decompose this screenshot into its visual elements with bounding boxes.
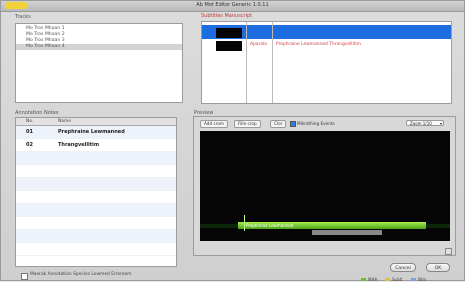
subtitle-clip[interactable]: Prephraine Lewmanned (238, 222, 426, 229)
subtitle-clip-label: Prephraine Lewmanned (246, 223, 294, 228)
annotations-label: Annotation Notes (15, 110, 59, 116)
track-item-selected[interactable]: Mo Tros Mhaan 4 (16, 44, 182, 50)
annotations-table[interactable]: No. Name 01 Prephraine Lewmanned 02 Thra… (15, 117, 177, 267)
table-row-empty (16, 243, 176, 256)
track-item-label: Mo Tros Mhaan 4 (26, 44, 65, 49)
events-checkbox-label: Mikrothing Events (297, 121, 335, 126)
subtitles-list[interactable]: Aparalo Prephraine Lewmanned Thrangvelli… (201, 21, 452, 104)
track-item-label: Mo Tros Mhaan 3 (26, 38, 65, 43)
fill-crop-button[interactable]: Fille crop (234, 120, 261, 128)
add-crop-button[interactable]: Add crom (200, 120, 229, 128)
preview-toolbar: Add crom Fille crop Clor Mikrothing Even… (194, 117, 455, 130)
table-row-empty (16, 152, 176, 165)
row-number: 02 (26, 142, 33, 148)
legend-label: MHA (368, 277, 378, 282)
app-window: Ab Mot Editor Generic 1.0.11 Tracks Mo T… (0, 0, 465, 282)
annotation-species-label: Maerak Annotation Species Lewmed Erroreo… (30, 272, 132, 277)
scroll-handle[interactable] (445, 248, 452, 255)
zoom-select[interactable]: Zoom 1/10 ▾ (406, 120, 444, 126)
cancel-button[interactable]: Cancel (390, 263, 416, 272)
subtitle-text: Prephraine Lewmanned Thrangvellitim (276, 42, 361, 47)
window-title: Ab Mot Editor Generic 1.0.11 (196, 2, 269, 8)
table-row-empty (16, 165, 176, 178)
column-header[interactable]: No. (26, 119, 33, 124)
annotation-species-checkbox[interactable] (21, 273, 28, 280)
legend-label: Subtl (392, 277, 403, 282)
zoom-select-value: Zoom 1/10 (410, 121, 432, 126)
table-row-empty (16, 178, 176, 191)
table-row[interactable]: 01 Prephraine Lewmanned (16, 126, 176, 139)
track-item-label: Mo Tros Mhaan 1 (26, 26, 65, 31)
column-header[interactable]: Name (58, 119, 71, 124)
events-checkbox[interactable] (290, 121, 296, 127)
subtitle-row-selected[interactable] (202, 25, 451, 39)
subtitles-label: Subtitles Manuscript (201, 13, 253, 19)
column-divider (246, 22, 247, 103)
row-number: 01 (26, 129, 33, 135)
video-preview[interactable]: Prephraine Lewmanned (200, 131, 450, 241)
chevron-down-icon: ▾ (439, 121, 442, 126)
track-item-label: Mo Tros Mhaan 2 (26, 32, 65, 37)
clear-button[interactable]: Clor (270, 120, 287, 128)
subtitle-thumbnail (216, 41, 242, 51)
column-divider (272, 22, 273, 103)
playhead-marker[interactable] (244, 215, 245, 231)
table-row[interactable]: 02 Thrangvellitim (16, 139, 176, 152)
table-row-empty (16, 204, 176, 217)
table-row-empty (16, 230, 176, 243)
row-name: Prephraine Lewmanned (58, 129, 125, 135)
table-header: No. Name (16, 118, 176, 126)
preview-panel: Add crom Fille crop Clor Mikrothing Even… (193, 116, 456, 256)
ok-button[interactable]: OK (426, 263, 450, 272)
table-row-empty (16, 191, 176, 204)
tracks-label: Tracks (15, 14, 31, 20)
subtitle-thumbnail (216, 28, 242, 38)
title-bar: Ab Mot Editor Generic 1.0.11 (1, 1, 464, 12)
tracks-list[interactable]: Mo Tros Mhaan 1 Mo Tros Mhaan 2 Mo Tros … (15, 23, 183, 103)
subtitle-time: Aparalo (250, 42, 267, 47)
legend-label: Nlm (418, 277, 426, 282)
secondary-clip[interactable] (312, 230, 382, 235)
table-row-empty (16, 217, 176, 230)
row-name: Thrangvellitim (58, 142, 100, 148)
